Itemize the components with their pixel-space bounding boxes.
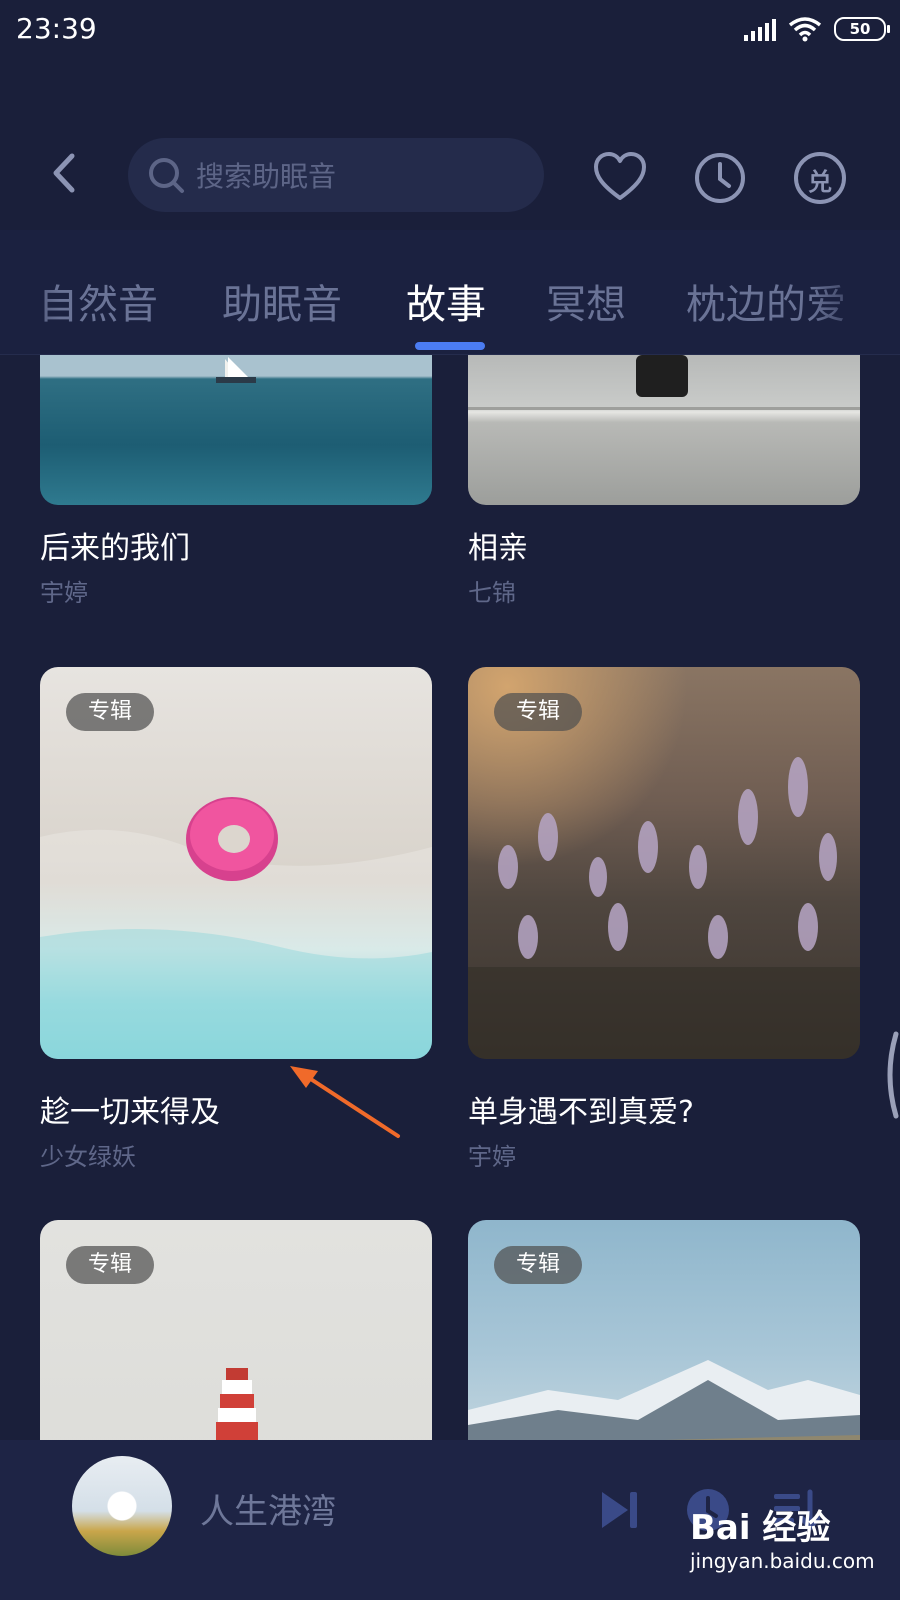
now-playing-cover[interactable] xyxy=(72,1456,172,1556)
baidu-jingyan-watermark: Bai 经验 jingyan.baidu.com xyxy=(690,1500,890,1590)
heart-icon[interactable] xyxy=(592,150,648,206)
search-placeholder: 搜索助眠音 xyxy=(196,160,337,193)
tab-sleep-sounds[interactable]: 助眠音 xyxy=(222,272,342,330)
story-cover-image: 专辑 xyxy=(40,667,432,1059)
now-playing-title: 人生港湾 xyxy=(200,1492,336,1532)
album-badge: 专辑 xyxy=(66,1246,155,1284)
album-badge: 专辑 xyxy=(494,1246,583,1284)
status-bar: 23:39 50 xyxy=(0,0,900,62)
wifi-icon xyxy=(788,17,822,42)
redeem-icon[interactable]: 兑 xyxy=(792,150,848,206)
back-icon[interactable] xyxy=(44,148,84,198)
redeem-glyph: 兑 xyxy=(808,168,832,196)
signal-icon xyxy=(744,17,776,41)
album-badge: 专辑 xyxy=(66,693,155,731)
watermark-url: jingyan.baidu.com xyxy=(690,1549,875,1573)
story-cover-image: 专辑 xyxy=(40,1220,432,1460)
story-card[interactable]: 相亲 七锦 xyxy=(468,355,860,607)
watermark-logo: Bai 经验 xyxy=(690,1508,831,1548)
status-icons: 50 xyxy=(744,16,890,42)
story-title: 相亲 xyxy=(468,531,528,566)
sailboat-image xyxy=(216,357,256,383)
tab-meditation[interactable]: 冥想 xyxy=(546,272,626,330)
story-cover-image: 专辑 xyxy=(468,667,860,1059)
story-card[interactable]: 后来的我们 宇婷 xyxy=(40,355,432,607)
story-author: 宇婷 xyxy=(468,1143,516,1171)
story-card[interactable]: 专辑 xyxy=(40,1220,432,1460)
active-tab-indicator xyxy=(415,342,485,350)
story-card[interactable]: 专辑 趁一切来得及 少女绿妖 xyxy=(40,667,432,1171)
story-title: 趁一切来得及 xyxy=(40,1095,220,1130)
story-card[interactable]: 专辑 单身遇不到真爱? 宇婷 xyxy=(468,667,860,1171)
story-author: 七锦 xyxy=(468,579,516,607)
album-badge: 专辑 xyxy=(494,693,583,731)
story-cover-image: 专辑 xyxy=(468,1220,860,1460)
story-card[interactable]: 专辑 xyxy=(468,1220,860,1460)
battery-indicator: 50 xyxy=(834,17,890,41)
story-author: 少女绿妖 xyxy=(40,1143,136,1171)
side-drawer-handle[interactable] xyxy=(878,1030,900,1120)
story-cover-image xyxy=(468,355,860,505)
clock-icon[interactable] xyxy=(692,150,748,206)
status-time: 23:39 xyxy=(16,12,97,45)
tabs-fade-left xyxy=(0,230,60,354)
category-tabs: 自然音 助眠音 故事 冥想 枕边的爱 xyxy=(0,230,900,355)
search-input[interactable]: 搜索助眠音 xyxy=(128,138,544,212)
search-icon xyxy=(149,158,184,193)
tab-stories[interactable]: 故事 xyxy=(406,272,486,330)
story-author: 宇婷 xyxy=(40,579,88,607)
story-title: 单身遇不到真爱? xyxy=(468,1095,694,1130)
skip-next-icon[interactable] xyxy=(596,1486,644,1534)
vase-image xyxy=(468,355,860,410)
tabs-fade-right xyxy=(810,230,900,354)
story-cover-image xyxy=(40,355,432,505)
story-title: 后来的我们 xyxy=(40,531,190,566)
